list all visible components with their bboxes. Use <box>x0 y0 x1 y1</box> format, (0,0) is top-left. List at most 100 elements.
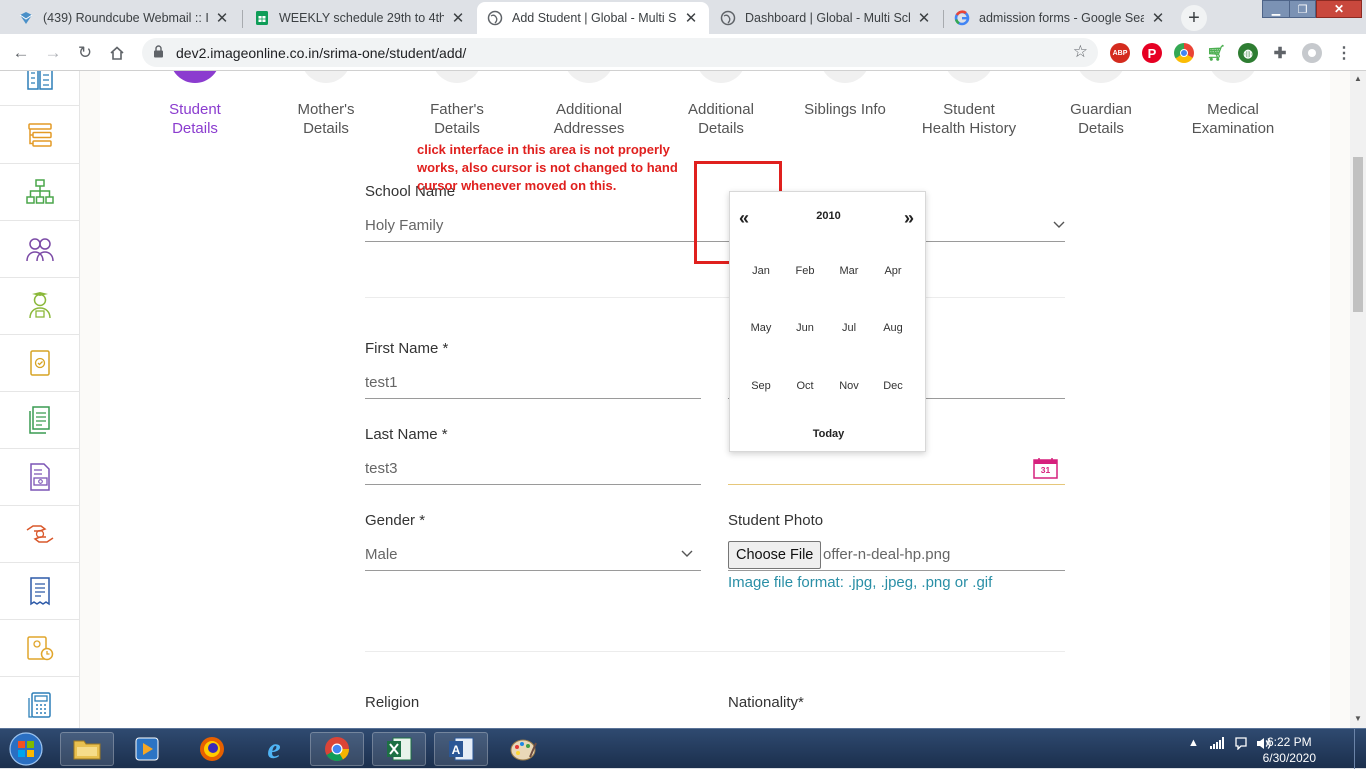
minimize-window-button[interactable]: ▁ <box>1262 0 1290 18</box>
page-scrollbar[interactable]: ▲ ▼ <box>1350 71 1366 728</box>
firefox-icon[interactable] <box>185 732 239 766</box>
paint-icon[interactable] <box>496 732 550 766</box>
internet-explorer-icon[interactable]: e <box>247 732 301 766</box>
browser-tab-dashboard[interactable]: Dashboard | Global - Multi Scho ✕ <box>710 2 942 34</box>
system-clock[interactable]: 6:22 PM 6/30/2020 <box>1263 734 1316 766</box>
month-oct[interactable]: Oct <box>783 380 827 392</box>
month-may[interactable]: May <box>739 322 783 334</box>
publisher-icon[interactable]: A <box>434 732 488 766</box>
abp-icon[interactable]: ABP <box>1110 43 1130 63</box>
close-tab-icon[interactable]: ✕ <box>916 9 932 27</box>
close-tab-icon[interactable]: ✕ <box>214 9 230 27</box>
bookmark-star-icon[interactable]: ☆ <box>1073 42 1088 62</box>
browser-tab-admission-forms[interactable]: admission forms - Google Searc ✕ <box>944 2 1176 34</box>
first-name-input[interactable]: test1 <box>365 374 398 391</box>
scroll-down-arrow-icon[interactable]: ▼ <box>1354 714 1362 723</box>
month-nov[interactable]: Nov <box>827 380 871 392</box>
close-tab-icon[interactable]: ✕ <box>450 9 466 27</box>
step-mothers-details[interactable]: Mother's Details <box>266 71 386 138</box>
chrome-icon[interactable] <box>310 732 364 766</box>
month-mar[interactable]: Mar <box>827 265 871 277</box>
excel-icon[interactable] <box>372 732 426 766</box>
show-hidden-icons-arrow-icon[interactable]: ▲ <box>1188 737 1199 749</box>
sidebar-item-list[interactable] <box>0 107 80 164</box>
sidebar-item-parents[interactable] <box>0 221 80 278</box>
document-check-icon <box>30 350 50 376</box>
photo-underline <box>728 570 1065 571</box>
step-siblings-info[interactable]: Siblings Info <box>785 71 905 119</box>
back-arrow-icon[interactable]: ← <box>9 41 33 65</box>
sidebar-item-documents[interactable] <box>0 392 80 449</box>
sidebar-item-receipts[interactable] <box>0 563 80 620</box>
sidebar-item-checklist[interactable] <box>0 335 80 392</box>
scroll-thumb[interactable] <box>1353 157 1363 312</box>
step-guardian-details[interactable]: Guardian Details <box>1041 71 1161 138</box>
puzzle-icon[interactable]: ✚ <box>1270 43 1290 63</box>
date-field-underline <box>728 484 1065 485</box>
month-apr[interactable]: Apr <box>871 265 915 277</box>
file-explorer-icon[interactable] <box>60 732 114 766</box>
new-tab-button[interactable]: + <box>1181 5 1207 31</box>
school-name-select[interactable]: Holy Family <box>365 217 443 234</box>
browser-tab-add-student[interactable]: Add Student | Global - Multi Sc ✕ <box>477 2 709 34</box>
month-jun[interactable]: Jun <box>783 322 827 334</box>
sidebar-item-accounts[interactable] <box>0 677 80 728</box>
profile-icon[interactable] <box>1302 43 1322 63</box>
browser-tab-weekly-schedule[interactable]: WEEKLY schedule 29th to 4th Ju ✕ <box>244 2 476 34</box>
scroll-up-arrow-icon[interactable]: ▲ <box>1354 74 1362 83</box>
receipt-icon <box>30 577 50 606</box>
cart-icon[interactable]: 🛒︎ <box>1206 43 1226 63</box>
sidebar-item-payments[interactable] <box>0 506 80 563</box>
today-button[interactable]: Today <box>730 428 927 440</box>
month-dec[interactable]: Dec <box>871 380 915 392</box>
globe-ext-icon[interactable]: ◍ <box>1238 43 1258 63</box>
browser-tab-roundcube[interactable]: (439) Roundcube Webmail :: Inb ✕ <box>8 2 240 34</box>
invoice-icon <box>30 463 50 491</box>
picker-year[interactable]: 2010 <box>730 210 927 222</box>
step-medical-examination[interactable]: Medical Examination <box>1173 71 1293 138</box>
step-additional-details[interactable]: Additional Details <box>661 71 781 138</box>
last-name-label: Last Name * <box>365 426 448 443</box>
show-desktop-button[interactable] <box>1354 729 1366 769</box>
media-player-icon[interactable] <box>120 732 174 766</box>
sidebar-item-hierarchy[interactable] <box>0 164 80 221</box>
step-additional-addresses[interactable]: Additional Addresses <box>529 71 649 138</box>
step-student-health-history[interactable]: Student Health History <box>909 71 1029 138</box>
network-signal-icon[interactable] <box>1210 737 1224 752</box>
windows-start-icon[interactable] <box>2 732 50 766</box>
step-label: Student Details <box>169 101 221 137</box>
close-tab-icon[interactable]: ✕ <box>683 9 699 27</box>
gender-select[interactable]: Male <box>365 546 398 563</box>
close-window-button[interactable]: ✕ <box>1316 0 1362 18</box>
maximize-window-button[interactable]: ❐ <box>1289 0 1316 18</box>
month-sep[interactable]: Sep <box>739 380 783 392</box>
reload-icon[interactable]: ↻ <box>73 41 97 65</box>
action-center-icon[interactable] <box>1234 737 1248 753</box>
chrome-icon[interactable] <box>1174 43 1194 63</box>
sidebar-item-buildings[interactable] <box>0 71 80 106</box>
menu-icon[interactable]: ⋮ <box>1334 43 1354 63</box>
month-feb[interactable]: Feb <box>783 265 827 277</box>
main-content: Student Details Mother's Details Father'… <box>100 71 1330 728</box>
address-bar[interactable]: dev2.imageonline.co.in/srima-one/student… <box>142 38 1098 67</box>
choose-file-button[interactable]: Choose File <box>728 541 822 569</box>
step-label: Additional Addresses <box>553 101 625 137</box>
month-jul[interactable]: Jul <box>827 322 871 334</box>
forward-arrow-icon[interactable]: → <box>41 41 65 65</box>
clock-date: 6/30/2020 <box>1262 751 1316 765</box>
month-jan[interactable]: Jan <box>739 265 783 277</box>
pinterest-icon[interactable]: P <box>1142 43 1162 63</box>
google-icon <box>954 10 970 26</box>
sidebar-item-fees[interactable] <box>0 449 80 506</box>
sidebar-item-attendance[interactable] <box>0 620 80 677</box>
sidebar-item-student[interactable] <box>0 278 80 335</box>
last-name-input[interactable]: test3 <box>365 460 398 477</box>
close-tab-icon[interactable]: ✕ <box>1150 9 1166 27</box>
step-student-details[interactable]: Student Details <box>135 71 255 138</box>
selected-file-name: offer-n-deal-hp.png <box>823 546 951 563</box>
home-icon[interactable] <box>105 41 129 65</box>
next-year-button[interactable]: » <box>904 208 914 229</box>
calendar-icon[interactable]: 31 <box>1033 457 1058 479</box>
month-aug[interactable]: Aug <box>871 322 915 334</box>
step-fathers-details[interactable]: Father's Details <box>397 71 517 138</box>
